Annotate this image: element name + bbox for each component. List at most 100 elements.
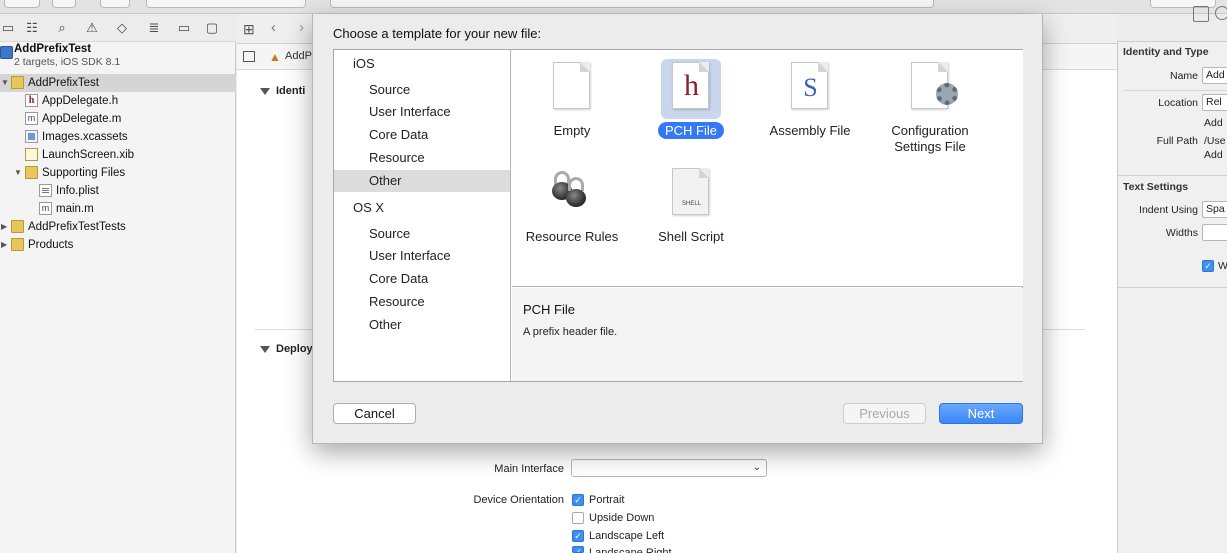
tree-item-main-m[interactable]: m main.m	[0, 200, 236, 218]
landscape-left-checkbox[interactable]: ✓	[572, 530, 584, 542]
chevron-down-icon: ⌄	[752, 462, 762, 473]
wrap-lines-checkbox[interactable]: ✓	[1202, 260, 1214, 272]
tree-item-label: LaunchScreen.xib	[42, 149, 135, 161]
section-collapse-icon[interactable]	[260, 346, 270, 353]
file-inspector-icon[interactable]	[1193, 6, 1209, 22]
symbol-icon[interactable]: ☷	[24, 20, 40, 36]
activity-viewer	[330, 0, 934, 8]
breadcrumb[interactable]: AddP	[285, 50, 312, 62]
category-ios-source[interactable]: Source	[334, 79, 510, 101]
project-root[interactable]: AddPrefixTest 2 targets, iOS SDK 8.1	[0, 43, 236, 71]
category-header-ios[interactable]: iOS	[334, 53, 510, 75]
header-file-icon: h	[25, 94, 38, 107]
template-pch-file[interactable]: h PCH File	[631, 53, 751, 153]
category-osx-other[interactable]: Other	[334, 314, 510, 336]
name-field[interactable]: Add	[1202, 67, 1227, 84]
template-grid: Empty h PCH File S Assembly File Configu…	[512, 50, 1023, 287]
description-text: A prefix header file.	[523, 326, 618, 338]
disclosure-closed-icon[interactable]: ▶	[1, 223, 9, 231]
widths-field[interactable]	[1202, 224, 1227, 241]
main-interface-select[interactable]: ⌄	[571, 459, 767, 477]
folder-icon[interactable]: ▭	[0, 20, 16, 36]
quick-help-icon[interactable]	[1215, 6, 1227, 20]
category-header-osx[interactable]: OS X	[334, 197, 510, 219]
template-shell-script[interactable]: SHELL Shell Script	[631, 159, 751, 259]
category-osx-core-data[interactable]: Core Data	[334, 268, 510, 290]
indent-using-select[interactable]: Spa	[1202, 201, 1227, 218]
scheme-selector[interactable]	[146, 0, 306, 8]
plist-file-icon	[39, 184, 52, 197]
back-arrow-icon[interactable]: ‹	[271, 19, 276, 36]
name-label: Name	[1169, 70, 1198, 82]
template-resource-rules[interactable]: Resource Rules	[512, 159, 632, 259]
debug-icon[interactable]: ≣	[146, 20, 162, 36]
tree-item-label: AddPrefixTestTests	[28, 221, 126, 233]
tree-item-label: Info.plist	[56, 185, 99, 197]
template-assembly-file[interactable]: S Assembly File	[750, 53, 870, 153]
category-list: iOS Source User Interface Core Data Reso…	[334, 50, 511, 381]
category-ios-other[interactable]: Other	[334, 170, 510, 192]
stop-button[interactable]	[100, 0, 130, 8]
tree-item-info-plist[interactable]: Info.plist	[0, 182, 236, 200]
tree-item-label: main.m	[56, 203, 94, 215]
top-toolbar	[0, 0, 1227, 14]
category-ios-resource[interactable]: Resource	[334, 147, 510, 169]
tree-item-label: Products	[28, 239, 74, 251]
template-empty[interactable]: Empty	[512, 53, 632, 153]
shell-script-icon: SHELL	[661, 165, 721, 225]
navigator-selector-bar: ▭ ☷ ⌕ ⚠ ◇ ≣ ▭ ▢	[0, 14, 236, 42]
window-controls[interactable]	[4, 0, 40, 8]
tree-item-appdelegate-h[interactable]: h AppDelegate.h	[0, 92, 236, 110]
tree-item-launchscreen-xib[interactable]: LaunchScreen.xib	[0, 146, 236, 164]
objc-file-icon: m	[25, 112, 38, 125]
test-icon[interactable]: ◇	[114, 20, 130, 36]
tree-item-products[interactable]: ▶ Products	[0, 236, 236, 254]
app-target-icon: ▲	[269, 50, 281, 64]
template-name: Empty	[553, 123, 591, 138]
category-ios-core-data[interactable]: Core Data	[334, 124, 510, 146]
report-icon[interactable]: ▢	[204, 20, 220, 36]
landscape-right-checkbox[interactable]: ✓	[572, 546, 584, 553]
project-icon	[0, 46, 13, 59]
upside-down-checkbox[interactable]	[572, 512, 584, 524]
resource-rules-icon	[542, 165, 602, 225]
tree-item-addprefixtesttests[interactable]: ▶ AddPrefixTestTests	[0, 218, 236, 236]
section-deployment-title: Deploy	[276, 343, 313, 355]
tree-item-images-xcassets[interactable]: Images.xcassets	[0, 128, 236, 146]
tree-item-addprefixtest[interactable]: ▼ AddPrefixTest	[0, 74, 236, 92]
template-configuration-settings-file[interactable]: Configuration Settings File	[870, 53, 990, 154]
previous-button[interactable]: Previous	[843, 403, 926, 424]
portrait-checkbox[interactable]: ✓	[572, 494, 584, 506]
disclosure-open-icon[interactable]: ▼	[1, 79, 9, 87]
inspector-divider	[1117, 175, 1227, 176]
category-osx-user-interface[interactable]: User Interface	[334, 245, 510, 267]
landscape-right-label: Landscape Right	[589, 547, 672, 553]
tree-item-supporting-files[interactable]: ▼ Supporting Files	[0, 164, 236, 182]
next-button[interactable]: Next	[939, 403, 1023, 424]
tree-item-appdelegate-m[interactable]: m AppDelegate.m	[0, 110, 236, 128]
asset-catalog-icon	[25, 130, 38, 143]
related-items-icon[interactable]: ⊞	[243, 21, 255, 38]
category-osx-resource[interactable]: Resource	[334, 291, 510, 313]
description-title: PCH File	[523, 302, 576, 317]
search-icon[interactable]: ⌕	[54, 20, 70, 36]
run-button[interactable]	[52, 0, 76, 8]
template-description: PCH File A prefix header file.	[512, 288, 1023, 381]
template-chooser-dialog: Choose a template for your new file: iOS…	[312, 14, 1043, 444]
template-name: Configuration Settings File	[891, 123, 969, 154]
warning-icon[interactable]: ⚠	[84, 20, 100, 36]
category-ios-user-interface[interactable]: User Interface	[334, 101, 510, 123]
disclosure-open-icon[interactable]: ▼	[14, 169, 22, 177]
forward-arrow-icon[interactable]: ›	[299, 19, 304, 36]
template-browser: iOS Source User Interface Core Data Reso…	[333, 49, 1023, 382]
cancel-button[interactable]: Cancel	[333, 403, 416, 424]
sidebar-toggle-icon[interactable]	[243, 51, 255, 62]
breakpoint-icon[interactable]: ▭	[176, 20, 192, 36]
main-interface-label: Main Interface	[494, 463, 564, 475]
category-osx-source[interactable]: Source	[334, 223, 510, 245]
location-select[interactable]: Rel	[1202, 94, 1227, 111]
section-collapse-icon[interactable]	[260, 88, 270, 95]
identity-type-title: Identity and Type	[1123, 46, 1209, 58]
disclosure-closed-icon[interactable]: ▶	[1, 241, 9, 249]
wrap-lines-label: W	[1218, 260, 1227, 272]
